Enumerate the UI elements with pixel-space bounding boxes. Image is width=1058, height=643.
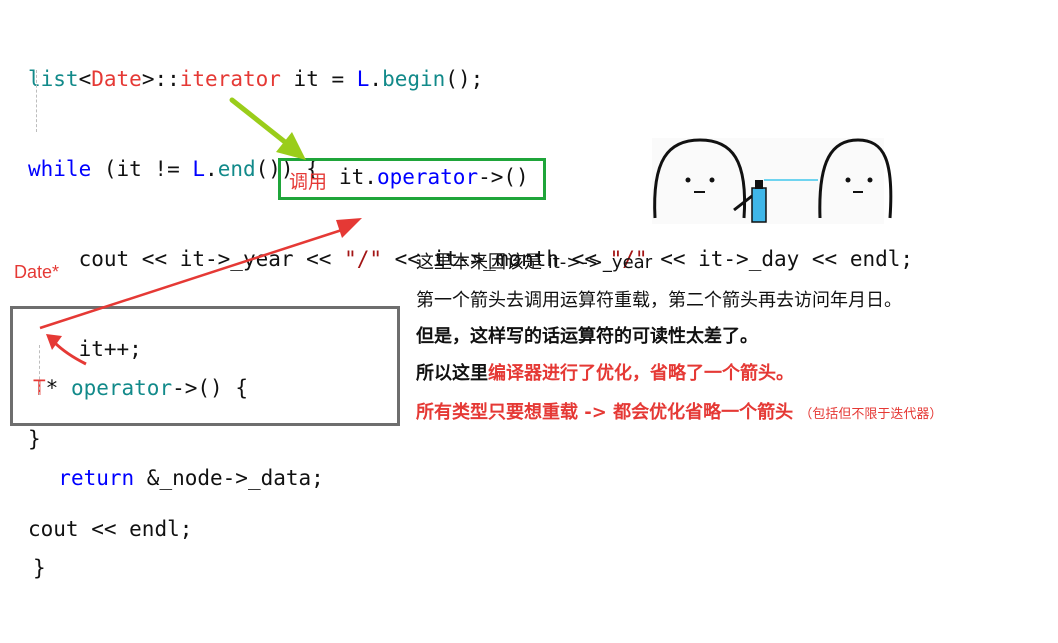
- red-arrow-to-type: [46, 334, 87, 366]
- annotation-overlay: [39, 97, 893, 366]
- red-arrow-to-call: [39, 218, 362, 330]
- operator-line-2: return &_node->_data;: [58, 466, 324, 490]
- green-arrow: [229, 97, 306, 160]
- operator-line-3: }: [33, 556, 46, 580]
